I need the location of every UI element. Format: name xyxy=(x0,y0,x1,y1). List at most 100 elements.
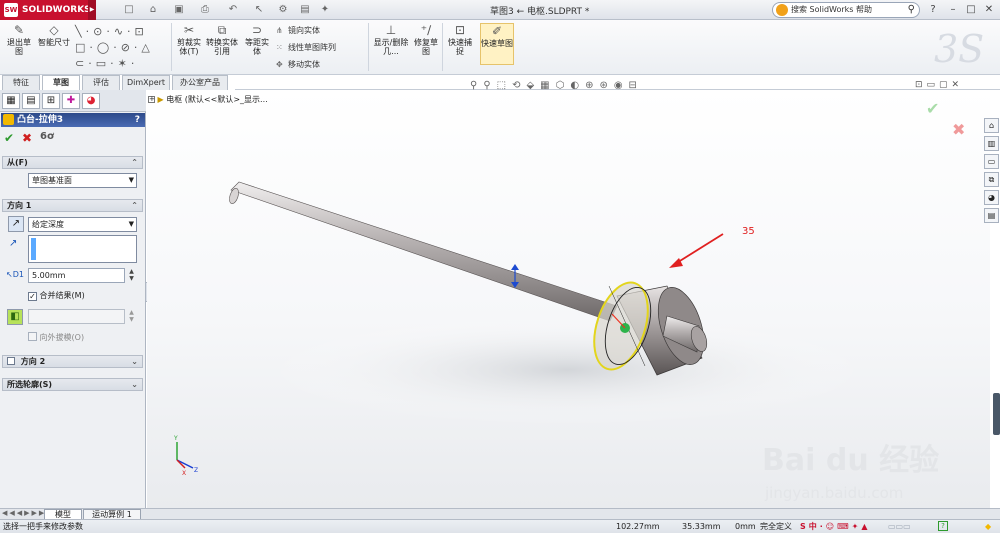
rectangle-polygon-icons[interactable]: □·◯·⊘·△ xyxy=(75,40,169,56)
solidworks-logo-icon: SW xyxy=(4,3,18,17)
search-input[interactable]: 搜索 SolidWorks 帮助 ⚲ xyxy=(772,2,920,18)
tab-scroll-icons[interactable]: ◀◀◀▶▶▶ xyxy=(2,509,46,517)
save-icon[interactable]: ▣ xyxy=(172,3,186,17)
tab-office-products[interactable]: 办公室产品 xyxy=(172,75,228,90)
feature-tree-flyout[interactable]: + ▶ 电枢 (默认<<默认>_显示... xyxy=(148,94,268,105)
expand-icon[interactable]: + xyxy=(148,96,155,103)
property-manager-tab-icon[interactable]: ▤ xyxy=(22,93,40,109)
maximize-button[interactable]: □ xyxy=(964,3,978,17)
tab-evaluate[interactable]: 评估 xyxy=(82,75,120,90)
trim-icon: ✂ xyxy=(183,23,195,37)
chevron-down-icon: ⌄ xyxy=(131,357,138,366)
custom-properties-icon[interactable]: ▤ xyxy=(984,208,999,223)
start-condition-select[interactable]: 草图基准面 ▼ xyxy=(28,173,137,188)
view-palette-icon[interactable]: ⧉ xyxy=(984,172,999,187)
mirror-entities-button[interactable]: ⋔ 镜向实体 xyxy=(276,25,320,36)
appearances-icon[interactable]: ◕ xyxy=(984,190,999,205)
side-panel-handle[interactable] xyxy=(993,393,1000,435)
trim-entities-button[interactable]: ✂ 剪裁实体(T) xyxy=(174,23,204,56)
feature-manager-tab-icon[interactable]: ▦ xyxy=(2,93,20,109)
direction2-group-header[interactable]: 方向 2 ⌄ xyxy=(2,355,143,368)
new-document-icon[interactable]: □ xyxy=(122,3,136,17)
tab-features[interactable]: 特征 xyxy=(2,75,40,90)
linear-pattern-button[interactable]: ⁙ 线性草图阵列 xyxy=(276,42,336,53)
draft-spinner[interactable]: ▲ ▼ xyxy=(127,309,136,324)
search-icon[interactable]: ⚲ xyxy=(908,3,915,17)
ok-button[interactable]: ✔ xyxy=(4,131,14,145)
smart-dimension-button[interactable]: ◇ 智能尺寸 xyxy=(37,23,71,47)
depth-spinner[interactable]: ▲ ▼ xyxy=(127,268,136,283)
tab-dimxpert[interactable]: DimXpert xyxy=(122,75,170,90)
annotation-label: 35 xyxy=(742,226,755,237)
rapid-sketch-label: 快速草图 xyxy=(481,39,513,48)
print-icon[interactable]: ⎙ xyxy=(198,3,212,17)
slot-point-icons[interactable]: ⊂·▭·✶· xyxy=(75,56,169,72)
confirm-corner-cancel-icon[interactable]: ✖ xyxy=(952,120,965,139)
options-icon[interactable]: ✦ xyxy=(318,3,332,17)
move-entities-button[interactable]: ✥ 移动实体 xyxy=(276,59,320,70)
selected-contours-label: 所选轮廓(S) xyxy=(7,380,53,389)
cancel-button[interactable]: ✖ xyxy=(22,131,32,145)
configuration-manager-tab-icon[interactable]: ⊞ xyxy=(42,93,60,109)
direction-selection-box[interactable] xyxy=(28,235,137,263)
rebuild-icon[interactable]: ⚙ xyxy=(276,3,290,17)
file-properties-icon[interactable]: ▤ xyxy=(298,3,312,17)
offset-entities-button[interactable]: ⊃ 等距实体 xyxy=(242,23,272,56)
model-view[interactable]: 35 Y Z X Bai du 经验 jingyan.baidu.com xyxy=(147,90,990,508)
draft-outward-checkbox[interactable]: 向外拔模(O) xyxy=(28,332,84,343)
depth-input[interactable]: 5.00mm xyxy=(28,268,125,283)
draft-angle-input[interactable] xyxy=(28,309,125,324)
help-button[interactable]: ? xyxy=(135,113,140,127)
ds-logo-watermark: 3S xyxy=(934,27,984,71)
status-hint: 选择一把手来修改参数 xyxy=(3,522,83,531)
minimize-button[interactable]: – xyxy=(946,3,960,17)
tree-root-label: 电枢 (默认<<默认>_显示... xyxy=(166,95,268,104)
confirm-corner-ok-icon[interactable]: ✔ xyxy=(926,99,939,118)
merge-result-checkbox[interactable]: ✓ 合并结果(M) xyxy=(28,290,85,301)
checkbox-checked-icon[interactable]: ✓ xyxy=(28,292,37,301)
window-controls[interactable]: ⊡▭▢✕ xyxy=(915,80,963,90)
selected-contours-group-header[interactable]: 所选轮廓(S) ⌄ xyxy=(2,378,143,391)
display-relations-button[interactable]: ⊥ 显示/删除几... xyxy=(372,23,410,56)
solidworks-logo[interactable]: SW SOLIDWORKS ▶ xyxy=(0,0,96,20)
exit-sketch-button[interactable]: ✎ 退出草图 xyxy=(4,23,34,56)
dropdown-arrow-icon: ▼ xyxy=(128,220,134,228)
input-method-icons[interactable]: S中·☺⌨✦▲ xyxy=(800,520,871,533)
shaft[interactable] xyxy=(230,181,618,322)
menu-arrow-icon[interactable]: ▶ xyxy=(88,0,96,20)
offset-icon: ⊃ xyxy=(251,23,263,37)
chevron-up-icon: ⌃ xyxy=(131,158,138,167)
convert-entities-button[interactable]: ⧉ 转换实体引用 xyxy=(206,23,238,56)
notification-icon[interactable]: ◆ xyxy=(985,520,991,533)
file-explorer-icon[interactable]: ▭ xyxy=(984,154,999,169)
sketch-entity-tools[interactable]: ╲·⊙·∿·⊡ □·◯·⊘·△ ⊂·▭·✶· xyxy=(75,24,169,72)
checkbox-unchecked-icon[interactable] xyxy=(28,332,37,341)
close-button[interactable]: ✕ xyxy=(982,3,996,17)
help-icon[interactable]: ? xyxy=(926,3,940,17)
reverse-direction-icon[interactable]: ↗ xyxy=(8,216,24,232)
undo-icon[interactable]: ↶ xyxy=(226,3,240,17)
solidworks-resources-icon[interactable]: ⌂ xyxy=(984,118,999,133)
dimxpert-manager-tab-icon[interactable]: ✚ xyxy=(62,93,80,109)
direction2-checkbox[interactable] xyxy=(7,357,15,365)
tab-sketch[interactable]: 草图 xyxy=(42,75,80,90)
end-condition-select[interactable]: 给定深度 ▼ xyxy=(28,217,137,232)
draft-icon[interactable]: ◧ xyxy=(7,309,23,325)
help-status-icon[interactable]: ? xyxy=(938,521,948,531)
display-manager-tab-icon[interactable]: ◕ xyxy=(82,93,100,109)
open-icon[interactable]: ⌂ xyxy=(146,3,160,17)
heads-up-view-toolbar[interactable]: ⚲⚲⬚⟲⬙▦⬡◐⊕⊛◉⊟ xyxy=(470,80,643,91)
move-label: 移动实体 xyxy=(288,60,320,69)
from-group-header[interactable]: 从(F) ⌃ xyxy=(2,156,143,169)
graphics-area[interactable]: 35 Y Z X Bai du 经验 jingyan.baidu.com xyxy=(147,90,990,508)
preview-icon[interactable]: 6ơ xyxy=(40,131,54,142)
repair-sketch-button[interactable]: ⁺∕ 修复草图 xyxy=(412,23,440,56)
design-library-icon[interactable]: ▥ xyxy=(984,136,999,151)
line-circle-arc-icons[interactable]: ╲·⊙·∿·⊡ xyxy=(75,24,169,40)
select-icon[interactable]: ↖ xyxy=(252,3,266,17)
quick-snaps-button[interactable]: ⊡ 快速捕捉 xyxy=(446,23,474,56)
move-icon: ✥ xyxy=(276,60,283,69)
direction1-group-header[interactable]: 方向 1 ⌃ xyxy=(2,199,143,212)
display-relations-label: 显示/删除几... xyxy=(373,38,409,56)
rapid-sketch-button[interactable]: ✐ 快速草图 xyxy=(480,23,514,65)
